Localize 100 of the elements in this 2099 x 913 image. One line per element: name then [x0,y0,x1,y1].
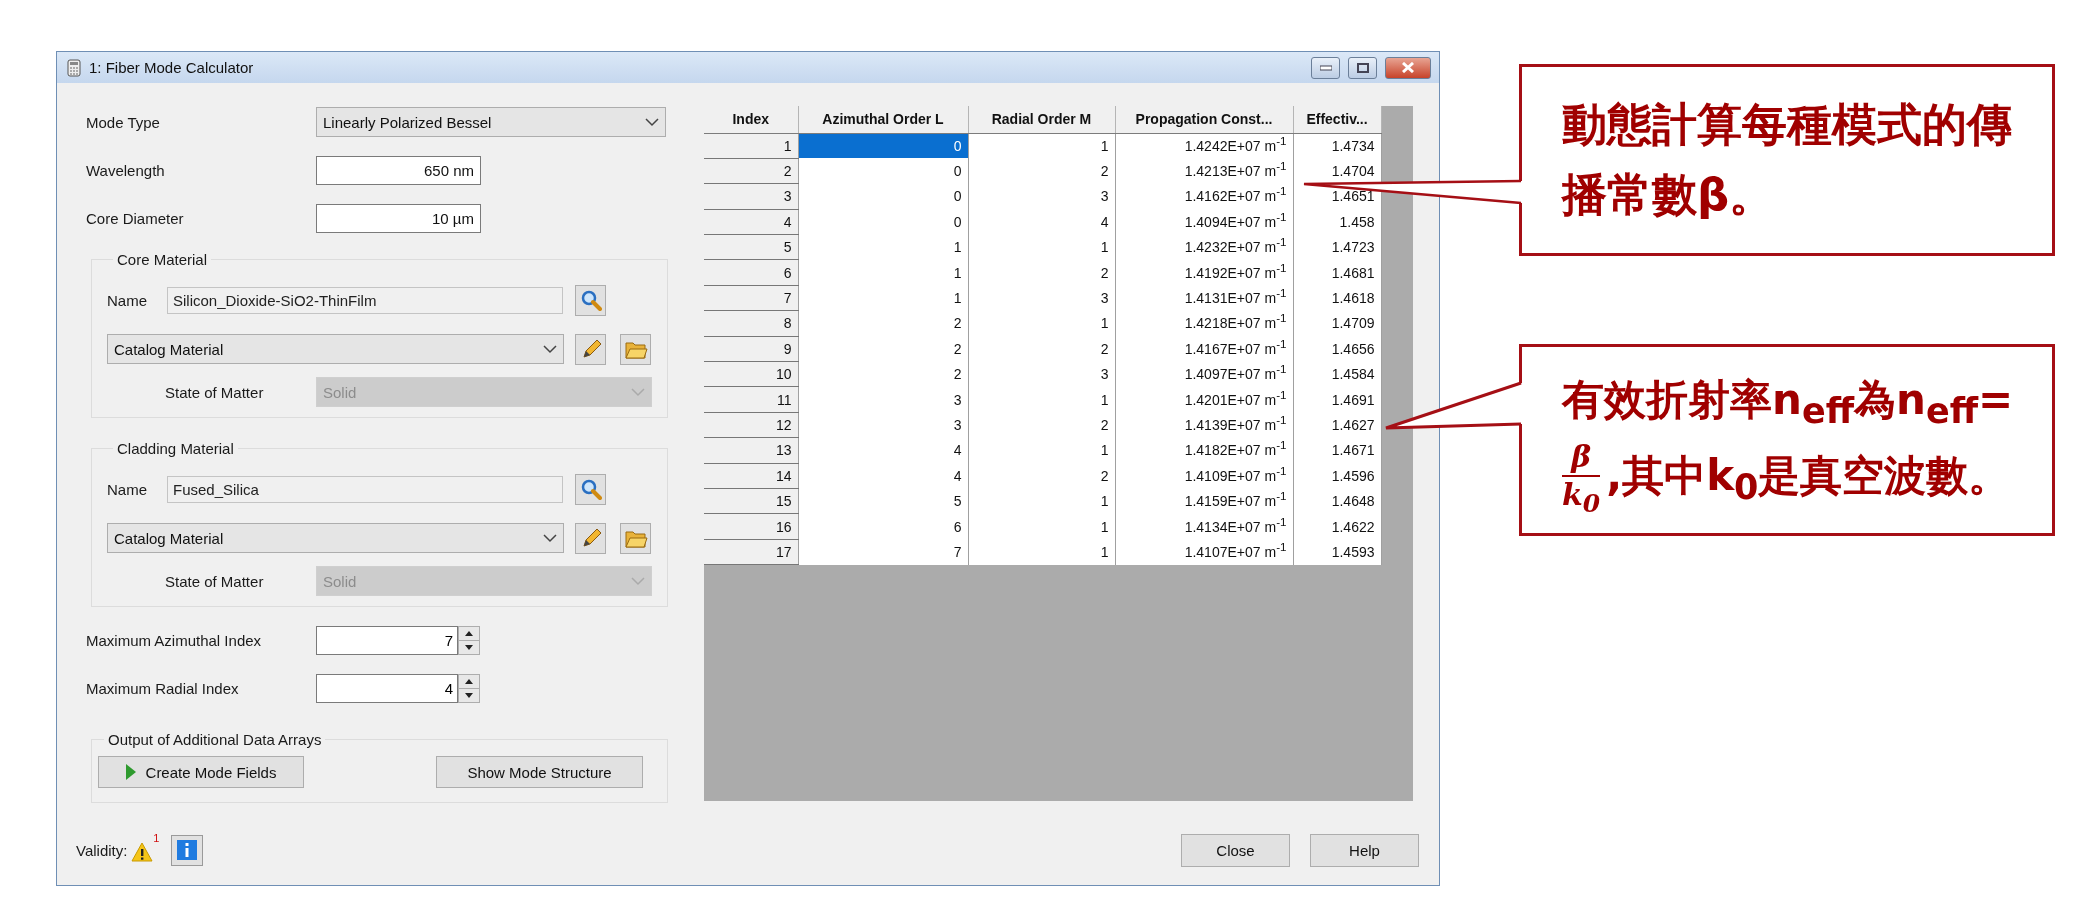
table-cell: 1.4596 [1293,463,1381,489]
table-cell: 4 [798,437,968,464]
table-cell: 1 [968,310,1115,337]
material-name-field[interactable]: Fused_Silica [167,475,563,503]
show-structure-button[interactable]: Show Mode Structure [436,756,643,788]
minimize-button[interactable] [1311,56,1340,79]
number-field[interactable]: 7 [316,625,458,655]
table-cell: 1.4131E+07 m$^{-1}$ [1115,285,1293,311]
edit-button[interactable] [575,522,606,554]
table-cell: 2 [968,412,1115,438]
close-icon [1402,62,1414,73]
row-header[interactable]: 15 [704,488,798,514]
row-header[interactable]: 8 [704,310,798,337]
table-cell: 1.4162E+07 m$^{-1}$ [1115,183,1293,210]
table-cell: 1.4107E+07 m$^{-1}$ [1115,539,1293,565]
table-cell: 1.4681 [1293,259,1381,286]
open-folder-button[interactable] [620,522,651,554]
chevron-icon [631,576,645,586]
row-header[interactable]: 5 [704,234,798,260]
column-header[interactable]: Azimuthal Order L [798,106,968,133]
column-header[interactable]: Propagation Const... [1115,106,1293,133]
row-header[interactable]: 11 [704,386,798,413]
table-cell: 3 [968,183,1115,210]
search-button[interactable] [575,473,606,505]
group-title: Output of Additional Data Arrays [107,731,323,748]
callout-text: 有效折射率n$_{eff}$為n$_{eff}$= [1562,374,2015,433]
spin-buttons[interactable] [458,625,480,655]
input-field[interactable]: 10 µm [316,203,481,233]
table-cell: 1.4201E+07 m$^{-1}$ [1115,386,1293,413]
table-cell: 1.458 [1293,209,1381,235]
maximize-button[interactable] [1348,56,1377,79]
material-source-dropdown[interactable]: Catalog Material [107,334,564,364]
edit-button[interactable] [575,333,606,365]
column-header[interactable]: Radial Order M [968,106,1115,133]
table-cell: 2 [968,158,1115,184]
minimize-icon [1319,64,1332,71]
row-header[interactable]: 12 [704,412,798,438]
row-header[interactable]: 6 [704,259,798,286]
table-cell: 0 [798,183,968,210]
table-cell: 1.4232E+07 m$^{-1}$ [1115,234,1293,260]
table-cell: 5 [798,488,968,514]
row-header[interactable]: 13 [704,437,798,464]
create-fields-button[interactable]: Create Mode Fields [98,756,304,788]
column-header[interactable]: Effectiv... [1293,106,1381,133]
open-folder-button[interactable] [620,333,651,365]
info-icon [177,840,198,860]
callout-text: ,其中k$_{0}$是真空波數。 [1606,450,2011,509]
group-title: Cladding Material [116,440,235,457]
mode-type-dropdown[interactable]: Linearly Polarized Bessel [316,107,666,137]
row-header[interactable]: 10 [704,361,798,387]
number-field[interactable]: 4 [316,673,458,703]
calculator-icon [67,58,81,77]
row-header[interactable]: 4 [704,209,798,235]
chevron-icon [645,117,659,127]
input-field[interactable]: 650 nm [316,155,481,185]
info-button[interactable] [171,834,204,866]
table-cell: 1 [968,386,1115,413]
row-header[interactable]: 14 [704,463,798,489]
table-cell: 1.4213E+07 m$^{-1}$ [1115,158,1293,184]
table-cell: 1.4584 [1293,361,1381,387]
play-icon [125,764,136,780]
search-icon [579,289,602,311]
table-cell: 4 [798,463,968,489]
close-window-button[interactable] [1385,56,1431,79]
spin-buttons[interactable] [458,673,480,703]
table-cell: 1.4704 [1293,158,1381,184]
table-cell: 3 [798,386,968,413]
table-cell: 2 [798,361,968,387]
row-header[interactable]: 9 [704,336,798,362]
table-cell: 4 [968,209,1115,235]
warning-icon [131,842,154,862]
chevron-icon [543,533,557,543]
table-cell: 1.4627 [1293,412,1381,438]
row-header[interactable]: 7 [704,285,798,311]
row-header[interactable]: 16 [704,513,798,540]
column-header[interactable]: Index [704,106,798,133]
row-header[interactable]: 3 [704,183,798,210]
table-cell: 1.4134E+07 m$^{-1}$ [1115,513,1293,540]
table-cell: 0 [798,158,968,184]
row-header[interactable]: 17 [704,539,798,565]
dialog-button[interactable]: Help [1310,833,1419,867]
row-header[interactable]: 1 [704,133,798,159]
validity-label: Validity: [76,841,128,859]
material-name-field[interactable]: Silicon_Dioxide-SiO2-ThinFilm [167,286,563,314]
table-cell: 0 [798,209,968,235]
window-title: 1: Fiber Mode Calculator [89,59,255,76]
table-cell: 1.4218E+07 m$^{-1}$ [1115,310,1293,337]
field-label: Core Diameter [86,209,185,227]
table-cell: 1.4097E+07 m$^{-1}$ [1115,361,1293,387]
dialog-button[interactable]: Close [1181,833,1290,867]
table-cell: 1.4618 [1293,285,1381,311]
table-cell: 3 [798,412,968,438]
table-cell: 1.4242E+07 m$^{-1}$ [1115,133,1293,159]
row-header[interactable]: 2 [704,158,798,184]
material-source-dropdown[interactable]: Catalog Material [107,523,564,553]
search-button[interactable] [575,284,606,316]
table-cell: 2 [968,463,1115,489]
table-cell: 1.4648 [1293,488,1381,514]
table-cell: 1 [798,285,968,311]
table-cell: 3 [968,285,1115,311]
